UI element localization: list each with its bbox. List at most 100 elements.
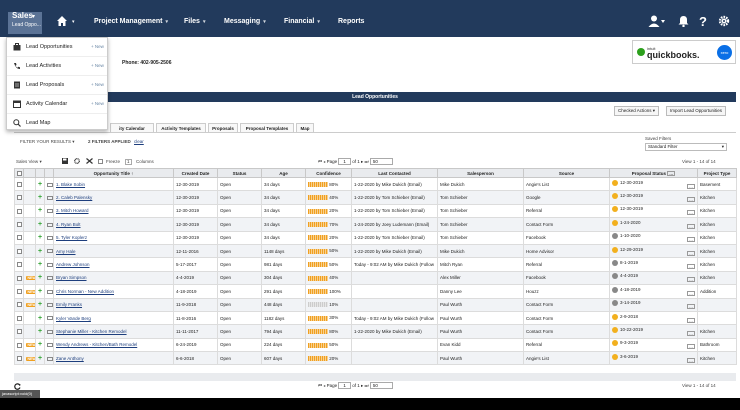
row-checkbox[interactable] (17, 275, 22, 281)
more-options-icon[interactable]: … (687, 357, 695, 363)
email-cell[interactable] (44, 190, 54, 205)
cell-proposal-status[interactable]: 4-18-2019… (609, 284, 698, 299)
cell-proposal-status[interactable]: 12-30-2019… (609, 203, 698, 219)
more-options-icon[interactable]: … (687, 317, 695, 323)
excel-export-icon[interactable] (86, 158, 93, 164)
add-plus-icon[interactable]: + (38, 328, 42, 335)
table-row[interactable]: +1. Blake Sobin 12-30-2019 Open 34 days 80%… (14, 176, 737, 192)
row-select-cell[interactable] (14, 310, 24, 326)
cell-opportunity-title[interactable]: 1. Blake Sobin (53, 176, 174, 192)
envelope-icon[interactable] (47, 249, 53, 254)
cell-opportunity-title[interactable]: Andrew Johnson (53, 257, 174, 272)
add-plus-icon[interactable]: + (38, 194, 42, 201)
more-options-icon[interactable]: … (667, 170, 676, 176)
cell-opportunity-title[interactable]: Emily Franks (53, 297, 174, 312)
more-options-icon[interactable]: … (687, 304, 695, 310)
menu-item-lead-proposals[interactable]: Lead Proposals + New (7, 76, 107, 95)
header-source[interactable]: Source (523, 168, 610, 178)
table-row[interactable]: NEW + Bryan Simpson 4-4-2019 Open 304 days 40… (14, 270, 737, 286)
row-checkbox[interactable] (17, 342, 22, 348)
nav-reports[interactable]: Reports (338, 18, 364, 25)
grid-view-select[interactable]: Sales View ▾ (16, 159, 42, 165)
table-row[interactable]: + Andrew Johnson 5-17-2017 Open 981 days 50%… (14, 257, 737, 272)
add-cell[interactable]: + (35, 190, 45, 205)
row-checkbox[interactable] (17, 181, 22, 187)
add-cell[interactable]: + (35, 270, 45, 286)
add-cell[interactable]: + (35, 203, 45, 219)
nav-financial[interactable]: Financial ▾ (284, 18, 320, 25)
nav-sales-menu[interactable]: Sales ▾ Lead Oppo... (8, 11, 42, 34)
more-options-icon[interactable]: … (687, 183, 695, 189)
nav-files[interactable]: Files ▾ (184, 18, 205, 25)
row-checkbox[interactable] (17, 262, 22, 268)
menu-item-new-link[interactable]: + New (91, 101, 104, 106)
tab-activity-templates[interactable]: Activity Templates (156, 123, 206, 133)
add-plus-icon[interactable]: + (38, 248, 42, 255)
table-row[interactable]: +4. Ryan Bolt 12-30-2019 Open 34 days 70% 1-… (14, 217, 737, 232)
save-icon[interactable] (62, 158, 68, 164)
more-options-icon[interactable]: … (687, 250, 695, 256)
settings-gear-icon[interactable] (74, 158, 80, 164)
cell-proposal-status[interactable]: 3-6-2019… (609, 351, 698, 366)
page-input[interactable]: 1 (338, 382, 351, 389)
header-project-type[interactable]: Project Type (697, 168, 737, 178)
cell-opportunity-title[interactable]: Stephanie Miller - Kitchen Remodel (53, 324, 174, 339)
home-icon[interactable] (56, 15, 68, 27)
add-cell[interactable]: + (35, 176, 45, 192)
menu-item-lead-map[interactable]: Lead Map (7, 114, 107, 133)
opportunity-link[interactable]: Stephanie Miller - Kitchen Remodel (56, 329, 127, 334)
add-plus-icon[interactable]: + (38, 274, 42, 281)
user-icon[interactable] (648, 15, 666, 27)
header-salesperson[interactable]: Salesperson (437, 168, 524, 178)
add-cell[interactable]: + (35, 324, 45, 339)
cell-proposal-status[interactable]: 12-30-2019… (609, 176, 698, 192)
menu-item-lead-activities[interactable]: Lead Activities + New (7, 57, 107, 76)
cell-opportunity-title[interactable]: Kyler Vande Berg (53, 310, 174, 326)
row-select-cell[interactable] (14, 284, 24, 299)
table-row[interactable]: + Amy Hale 12-11-2016 Open 1148 days 50% 1-22… (14, 243, 737, 259)
cell-opportunity-title[interactable]: Chris Norman - New Addition (53, 284, 174, 299)
envelope-icon[interactable] (47, 236, 53, 241)
prev-page-icon[interactable]: ◂ (323, 159, 325, 164)
add-plus-icon[interactable]: + (38, 221, 42, 228)
menu-item-lead-opportunities[interactable]: Lead Opportunities + New (7, 38, 107, 57)
menu-item-new-link[interactable]: + New (91, 44, 104, 49)
email-cell[interactable] (44, 243, 54, 259)
row-select-cell[interactable] (14, 297, 24, 312)
add-cell[interactable]: + (35, 337, 45, 353)
cell-opportunity-title[interactable]: Bryan Simpson (53, 270, 174, 286)
cell-proposal-status[interactable]: 12-30-2019… (609, 190, 698, 205)
more-options-icon[interactable]: … (687, 223, 695, 229)
email-cell[interactable] (44, 203, 54, 219)
more-options-icon[interactable]: … (687, 277, 695, 283)
first-page-icon[interactable]: ⏮ (318, 159, 322, 164)
add-cell[interactable]: + (35, 217, 45, 232)
next-page-icon[interactable]: ▸ (361, 159, 363, 164)
next-page-icon[interactable]: ▸ (361, 383, 363, 388)
chevron-down-icon[interactable]: ▾ (72, 19, 75, 25)
table-row[interactable]: NEW + Wendy Andrews - Kitchen/Bath Remodel… (14, 337, 737, 353)
menu-item-activity-calendar[interactable]: Activity Calendar + New (7, 95, 107, 114)
import-lead-opportunities-button[interactable]: Import Lead Opportunities (666, 106, 727, 116)
header-created-date[interactable]: Created Date (173, 168, 218, 178)
opportunity-link[interactable]: 1. Blake Sobin (56, 182, 85, 187)
row-checkbox[interactable] (17, 302, 22, 308)
opportunity-link[interactable]: 4. Ryan Bolt (56, 222, 81, 227)
envelope-icon[interactable] (47, 276, 53, 281)
email-cell[interactable] (44, 230, 54, 245)
opportunity-link[interactable]: Emily Franks (56, 302, 82, 307)
cell-proposal-status[interactable]: 1-10-2020… (609, 230, 698, 245)
first-page-icon[interactable]: ⏮ (318, 383, 322, 388)
more-options-icon[interactable]: … (687, 290, 695, 296)
email-cell[interactable] (44, 297, 54, 312)
table-row[interactable]: + Stephanie Miller - Kitchen Remodel 11-11… (14, 324, 737, 339)
select-all-header[interactable] (14, 168, 24, 178)
opportunity-link[interactable]: Chris Norman - New Addition (56, 289, 114, 294)
email-cell[interactable] (44, 310, 54, 326)
opportunity-link[interactable]: Bryan Simpson (56, 275, 87, 280)
row-checkbox[interactable] (17, 329, 22, 335)
add-cell[interactable]: + (35, 257, 45, 272)
row-select-cell[interactable] (14, 203, 24, 219)
add-plus-icon[interactable]: + (38, 288, 42, 295)
envelope-icon[interactable] (47, 289, 53, 294)
